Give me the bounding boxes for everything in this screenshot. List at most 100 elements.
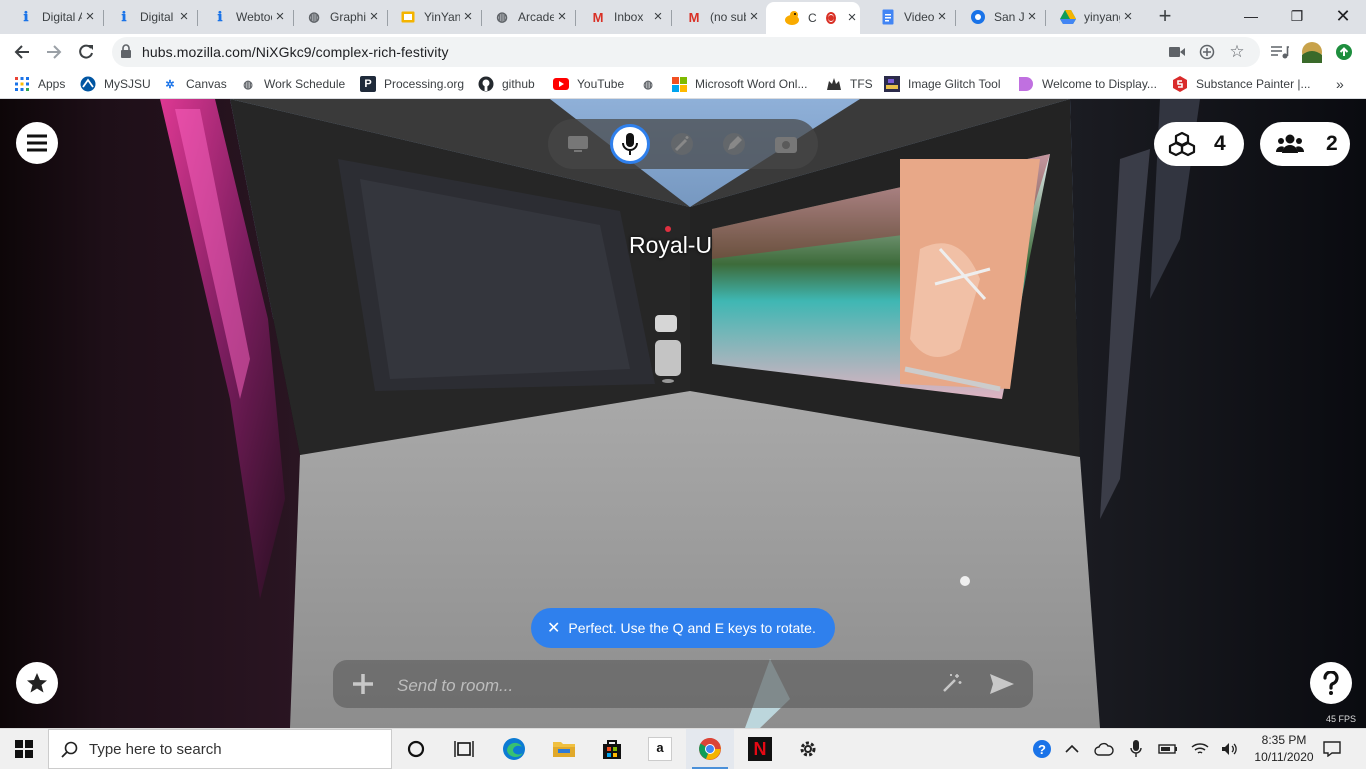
help-tray-icon[interactable]: ? — [1032, 739, 1052, 759]
task-view-button[interactable] — [440, 729, 488, 769]
profile-avatar[interactable] — [1298, 38, 1326, 66]
close-icon[interactable]: ✕ — [547, 618, 560, 638]
tab-graphics[interactable]: ◍ Graphics × — [288, 2, 388, 32]
bookmark-work-schedule[interactable]: ◍ Work Schedule — [240, 75, 345, 93]
url-text[interactable]: hubs.mozilla.com/NiXGkc9/complex-rich-fe… — [142, 44, 449, 60]
start-button[interactable] — [0, 729, 48, 769]
bookmark-microsoft-word[interactable]: Microsoft Word Onl... — [671, 75, 807, 93]
tab-hubs-active[interactable]: C × — [766, 2, 860, 34]
draw-pen-button[interactable] — [714, 124, 754, 164]
lock-icon[interactable] — [120, 44, 132, 61]
new-tab-button[interactable]: + — [1154, 5, 1176, 28]
tab-arcade[interactable]: ◍ Arcade × — [476, 2, 576, 32]
taskbar-search-box[interactable]: Type here to search — [48, 729, 392, 769]
close-tab-icon[interactable]: × — [1120, 9, 1136, 25]
netflix-button[interactable]: N — [736, 729, 784, 769]
edge-taskbar-button[interactable] — [490, 729, 538, 769]
close-tab-icon[interactable]: × — [934, 9, 950, 25]
system-clock[interactable]: 8:35 PM 10/11/2020 — [1248, 732, 1320, 766]
bookmark-youtube[interactable]: YouTube — [553, 75, 624, 93]
bookmark-apps[interactable]: Apps — [14, 75, 65, 93]
bookmark-substance-painter[interactable]: Substance Painter |... — [1172, 75, 1311, 93]
objects-counter-button[interactable]: 4 — [1154, 122, 1244, 166]
store-button[interactable] — [588, 729, 636, 769]
media-control-icon[interactable] — [1266, 38, 1294, 66]
share-screen-button[interactable] — [558, 124, 598, 164]
tab-inbox[interactable]: M Inbox × — [572, 2, 672, 32]
close-window-button[interactable]: ✕ — [1320, 0, 1366, 32]
minimize-button[interactable]: — — [1228, 0, 1274, 32]
close-tab-icon[interactable]: × — [272, 9, 288, 25]
hubs-3d-viewport[interactable]: 4 2 Royal-U ✕ Perfect. Use the Q and E k… — [0, 99, 1366, 728]
close-tab-icon[interactable]: × — [554, 9, 570, 25]
cubes-icon — [1168, 131, 1196, 157]
tab-digital-art-1[interactable]: ℹ Digital Art × — [0, 2, 104, 32]
cortana-button[interactable] — [392, 729, 440, 769]
bookmark-image-glitch-tool[interactable]: Image Glitch Tool — [884, 75, 1001, 93]
bookmarks-overflow-button[interactable]: » — [1336, 75, 1344, 93]
file-explorer-button[interactable] — [540, 729, 588, 769]
pen-icon — [723, 133, 745, 155]
bookmark-globe[interactable]: ◍ — [640, 75, 664, 93]
tab-title: Digital Art — [140, 10, 176, 24]
amazon-button[interactable]: a — [636, 729, 684, 769]
reload-button[interactable] — [72, 38, 100, 66]
close-tab-icon[interactable]: × — [650, 9, 666, 25]
avatar-name-tag: Royal-U — [629, 232, 713, 258]
bookmark-canvas[interactable]: ✲ Canvas — [162, 75, 226, 93]
cloud-sync-icon[interactable] — [1094, 739, 1114, 759]
help-button[interactable] — [1310, 662, 1352, 704]
close-tab-icon[interactable]: × — [82, 9, 98, 25]
tab-yinyang-slides[interactable]: YinYang × — [382, 2, 482, 32]
install-app-icon[interactable] — [1198, 43, 1216, 61]
tab-san-jose[interactable]: San Jose × — [952, 2, 1046, 32]
address-bar[interactable]: hubs.mozilla.com/NiXGkc9/complex-rich-fe… — [112, 37, 1260, 67]
back-button[interactable] — [8, 38, 36, 66]
volume-icon[interactable] — [1220, 739, 1240, 759]
close-tab-icon[interactable]: × — [460, 9, 476, 25]
microphone-tray-icon[interactable] — [1126, 739, 1146, 759]
close-tab-icon[interactable]: × — [366, 9, 382, 25]
add-media-button[interactable] — [351, 672, 375, 699]
favorite-rooms-button[interactable] — [16, 662, 58, 704]
bookmark-star-icon[interactable]: ☆ — [1228, 42, 1246, 61]
bookmark-processing[interactable]: P Processing.org — [360, 75, 464, 93]
emoji-spawn-button[interactable] — [941, 672, 963, 697]
bookmark-welcome-display[interactable]: Welcome to Display... — [1018, 75, 1157, 93]
send-button[interactable] — [989, 673, 1015, 698]
wifi-icon[interactable] — [1190, 739, 1210, 759]
tab-no-subject[interactable]: M (no subject) × — [668, 2, 768, 32]
bookmark-tfs[interactable]: TFS — [826, 75, 873, 93]
notifications-icon[interactable] — [1322, 739, 1342, 759]
forward-button[interactable] — [40, 38, 68, 66]
tab-title: Video — [904, 10, 934, 24]
close-tab-icon[interactable]: × — [176, 9, 192, 25]
tab-digital-art-2[interactable]: ℹ Digital Art × — [98, 2, 198, 32]
battery-icon[interactable] — [1158, 739, 1178, 759]
microphone-button[interactable] — [610, 124, 650, 164]
chevron-up-icon[interactable] — [1062, 739, 1082, 759]
close-tab-icon[interactable]: × — [746, 9, 762, 25]
create-object-button[interactable] — [662, 124, 702, 164]
windows-logo-icon — [15, 740, 33, 758]
restore-button[interactable]: ❐ — [1274, 0, 1320, 32]
bookmark-github[interactable]: github — [478, 75, 535, 93]
tab-yinyang-drive[interactable]: yinyang × — [1042, 2, 1142, 32]
bookmark-mysjsu[interactable]: MySJSU — [80, 75, 151, 93]
update-icon[interactable] — [1330, 38, 1358, 66]
tab-video-doc[interactable]: Video × — [862, 2, 956, 32]
close-tab-icon[interactable]: × — [844, 10, 860, 26]
chat-input[interactable] — [395, 674, 919, 698]
github-icon — [478, 76, 494, 92]
close-tab-icon[interactable]: × — [1024, 9, 1040, 25]
menu-button[interactable] — [16, 122, 58, 164]
people-counter-button[interactable]: 2 — [1260, 122, 1350, 166]
camera-button[interactable] — [766, 124, 806, 164]
processing-icon: P — [360, 76, 376, 92]
camera-in-use-icon[interactable] — [1168, 43, 1186, 61]
tab-title: Digital Art — [42, 10, 82, 24]
settings-button[interactable] — [784, 729, 832, 769]
chrome-icon — [699, 738, 721, 760]
chrome-taskbar-button[interactable] — [686, 729, 734, 769]
tab-webtoon[interactable]: ℹ Webtoon × — [194, 2, 294, 32]
